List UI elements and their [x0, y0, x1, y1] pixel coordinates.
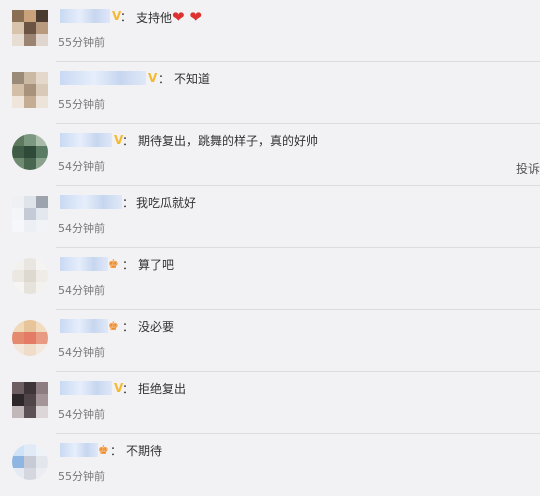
report-link[interactable]: 投诉	[516, 160, 540, 177]
comment-item: V ： 不知道 55分钟前	[0, 62, 540, 124]
comment-item: ♚ ： 算了吧 54分钟前	[0, 248, 540, 310]
username[interactable]	[60, 381, 112, 395]
timestamp: 54分钟前	[58, 346, 105, 359]
timestamp: 54分钟前	[58, 160, 105, 173]
avatar[interactable]	[12, 444, 48, 480]
comment-item: ： 我吃瓜就好 54分钟前	[0, 186, 540, 248]
heart-icon: ❤ ❤	[172, 8, 202, 26]
timestamp: 55分钟前	[58, 98, 105, 111]
crown-icon: ♚	[108, 319, 119, 333]
username[interactable]	[60, 319, 108, 333]
comment-text: 算了吧	[138, 258, 175, 272]
comment-item: V ： 拒绝复出 54分钟前	[0, 372, 540, 434]
timestamp: 55分钟前	[58, 36, 105, 49]
colon: ：	[120, 10, 133, 24]
colon: ：	[110, 444, 123, 458]
username[interactable]	[60, 257, 108, 271]
crown-icon: ♚	[98, 443, 109, 457]
comment-text: 不期待	[126, 444, 163, 458]
colon: ：	[122, 196, 135, 210]
comment-text-body: 支持他	[136, 11, 173, 25]
avatar[interactable]	[12, 134, 48, 170]
comment-text: 我吃瓜就好	[136, 196, 197, 210]
comment-item: ♚ ： 没必要 54分钟前	[0, 310, 540, 372]
comment-text: 没必要	[138, 320, 175, 334]
colon: ：	[122, 382, 135, 396]
verified-v-icon: V	[148, 71, 158, 85]
comment-text: 不知道	[174, 72, 211, 86]
timestamp: 55分钟前	[58, 470, 105, 483]
comment-item: ♚ ： 不期待 55分钟前	[0, 434, 540, 496]
avatar[interactable]	[12, 72, 48, 108]
timestamp: 54分钟前	[58, 408, 105, 421]
colon: ：	[122, 134, 135, 148]
timestamp: 54分钟前	[58, 222, 105, 235]
comment-text: 拒绝复出	[138, 382, 187, 396]
username[interactable]	[60, 443, 98, 457]
avatar[interactable]	[12, 382, 48, 418]
comment-list: V ： 支持他❤ ❤ 55分钟前 V ： 不知道 55分钟前 V ： 期待复出，…	[0, 0, 540, 496]
colon: ：	[122, 320, 135, 334]
username[interactable]	[60, 9, 110, 23]
comment-text: 支持他❤ ❤	[136, 8, 202, 26]
comment-item: V ： 期待复出，跳舞的样子，真的好帅 54分钟前 投诉	[0, 124, 540, 186]
avatar[interactable]	[12, 196, 48, 232]
timestamp: 54分钟前	[58, 284, 105, 297]
avatar[interactable]	[12, 258, 48, 294]
username[interactable]	[60, 133, 112, 147]
comment-text: 期待复出，跳舞的样子，真的好帅	[138, 134, 319, 148]
colon: ：	[122, 258, 135, 272]
username[interactable]	[60, 195, 122, 209]
colon: ：	[158, 72, 171, 86]
comment-item: V ： 支持他❤ ❤ 55分钟前	[0, 0, 540, 62]
avatar[interactable]	[12, 320, 48, 356]
avatar[interactable]	[12, 10, 48, 46]
username[interactable]	[60, 71, 146, 85]
crown-icon: ♚	[108, 257, 119, 271]
